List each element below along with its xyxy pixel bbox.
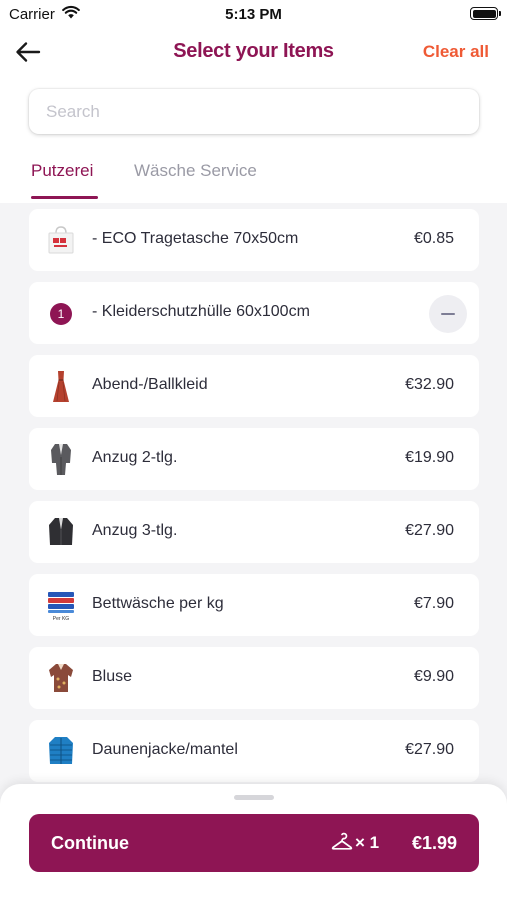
continue-label: Continue [51, 833, 129, 853]
bed-linen-caption: Per KG [53, 616, 70, 622]
clear-all-button[interactable]: Clear all [423, 42, 489, 62]
list-item[interactable]: Bluse €9.90 [29, 647, 479, 709]
clock: 5:13 PM [225, 6, 282, 23]
bottom-sheet: Continue × 1 €1.99 [0, 784, 507, 900]
list-item[interactable]: Abend-/Ballkleid €32.90 [29, 355, 479, 417]
continue-button[interactable]: Continue × 1 €1.99 [29, 814, 479, 872]
tab-putzerei[interactable]: Putzerei [31, 161, 93, 181]
item-price: €32.90 [405, 376, 454, 393]
item-price: €19.90 [405, 449, 454, 466]
total-price: €1.99 [411, 833, 457, 853]
item-price: €9.90 [413, 668, 454, 685]
item-name: Anzug 2-tlg. [92, 449, 178, 466]
item-price: €0.85 [413, 230, 454, 247]
suit-icon [45, 441, 77, 477]
item-price: €27.90 [405, 522, 454, 539]
item-name: Abend-/Ballkleid [92, 376, 208, 393]
item-name: - ECO Tragetasche 70x50cm [92, 230, 299, 247]
item-name: Bettwäsche per kg [92, 595, 224, 612]
bed-linen-icon: Per KG [45, 587, 77, 623]
item-count: × 1 [355, 833, 380, 852]
search-input[interactable] [29, 89, 479, 134]
list-item-selected[interactable]: 1 - Kleiderschutzhülle 60x100cm [29, 282, 479, 344]
sheet-drag-handle[interactable] [234, 795, 274, 800]
navigation-bar: Select your Items Clear all [0, 30, 507, 74]
list-item[interactable]: Daunenjacke/mantel €27.90 [29, 720, 479, 782]
jacket-icon [45, 514, 77, 550]
down-jacket-icon [45, 733, 77, 769]
list-item[interactable]: Anzug 3-tlg. €27.90 [29, 501, 479, 563]
item-name: Anzug 3-tlg. [92, 522, 178, 539]
item-price: €7.90 [413, 595, 454, 612]
item-price: €27.90 [405, 741, 454, 758]
list-item[interactable]: Per KG Bettwäsche per kg €7.90 [29, 574, 479, 636]
quantity-badge: 1 [50, 303, 72, 325]
status-bar: Carrier 5:13 PM [0, 0, 507, 30]
active-tab-indicator [31, 196, 98, 199]
tab-waesche-service[interactable]: Wäsche Service [134, 161, 257, 181]
list-item[interactable]: - ECO Tragetasche 70x50cm €0.85 [29, 209, 479, 271]
decrease-quantity-button[interactable] [429, 295, 467, 333]
blouse-icon [45, 660, 77, 696]
item-name: Daunenjacke/mantel [92, 741, 238, 758]
category-tabs: Putzerei Wäsche Service [0, 150, 507, 200]
list-item[interactable]: Anzug 2-tlg. €19.90 [29, 428, 479, 490]
hanger-icon [331, 832, 353, 850]
item-name: Bluse [92, 668, 133, 685]
dress-icon [45, 368, 77, 404]
bag-icon [45, 222, 77, 258]
battery-icon [470, 7, 501, 20]
search-box [29, 89, 479, 134]
item-name: - Kleiderschutzhülle 60x100cm [92, 303, 310, 320]
